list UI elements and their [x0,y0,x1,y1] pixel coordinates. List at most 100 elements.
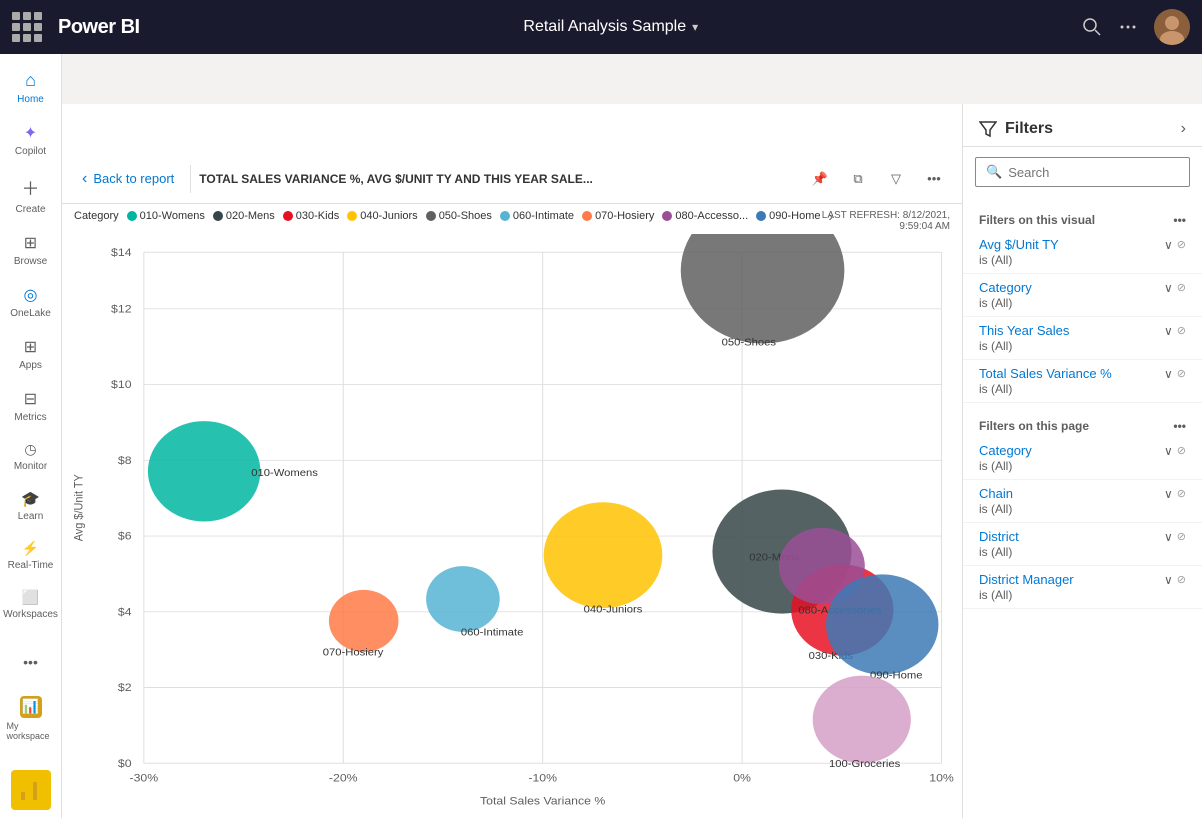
filter-avg-unit-ty-name[interactable]: Avg $/Unit TY [979,237,1059,252]
filter-cat-visual-clear[interactable]: ⊘ [1177,281,1186,294]
category-legend-label: Category [74,210,119,222]
breadcrumb-bar: ‹ Back to report TOTAL SALES VARIANCE %,… [62,154,962,204]
more-icon: ••• [23,654,38,670]
filter-tys-header: This Year Sales ∨ ⊘ [979,323,1186,338]
sidebar-item-label: Learn [18,511,44,522]
filters-expand-icon[interactable]: › [1181,120,1186,138]
bubble-050-shoes[interactable] [681,234,845,344]
sidebar-item-realtime[interactable]: ⚡ Real-Time [3,532,59,579]
sidebar-item-apps[interactable]: ⊞ Apps [3,329,59,379]
app-logo: Power BI [58,16,140,39]
copy-visual-icon[interactable]: ⧉ [842,163,874,195]
sidebar-item-browse[interactable]: ⊞ Browse [3,225,59,275]
breadcrumb-separator [190,165,191,193]
bubble-040-juniors[interactable] [544,502,663,608]
filter-category-visual-value: is (All) [979,296,1186,310]
filters-header-left: Filters [979,120,1053,138]
apps-menu-button[interactable] [12,12,42,42]
filter-district: District ∨ ⊘ is (All) [963,523,1202,566]
filter-avg-unit-ty: Avg $/Unit TY ∨ ⊘ is (All) [963,231,1202,274]
filter-chain-chevron[interactable]: ∨ [1164,487,1173,501]
filter-dm-chevron[interactable]: ∨ [1164,573,1173,587]
onelake-icon: ◎ [24,285,38,305]
sidebar-item-more[interactable]: ••• [3,646,59,678]
more-visual-icon[interactable]: ••• [918,163,950,195]
filter-dm-clear[interactable]: ⊘ [1177,573,1186,586]
user-avatar[interactable] [1154,9,1190,45]
filter-cat-visual-chevron[interactable]: ∨ [1164,281,1173,295]
sidebar-item-create[interactable]: ＋ Create [3,167,59,223]
sidebar-item-monitor[interactable]: ◷ Monitor [3,433,59,480]
svg-text:$2: $2 [118,682,132,694]
home-icon: ⌂ [25,70,36,91]
sidebar-item-learn[interactable]: 🎓 Learn [3,482,59,530]
filters-on-page-label: Filters on this page [979,419,1089,433]
filter-chain-name[interactable]: Chain [979,486,1013,501]
filter-cat-page-name[interactable]: Category [979,443,1032,458]
chart-area: File ▾ Export ▾ Share ••• ↺ ▾ [62,104,962,818]
filter-search-icon: 🔍 [986,164,1002,180]
sidebar-item-label: Metrics [14,412,46,423]
filter-district-manager: District Manager ∨ ⊘ is (All) [963,566,1202,609]
filter-district-chevron[interactable]: ∨ [1164,530,1173,544]
back-to-report-button[interactable]: ‹ Back to report [74,166,182,192]
filter-tsv-name[interactable]: Total Sales Variance % [979,366,1112,381]
title-chevron-icon[interactable]: ▾ [692,20,698,34]
filter-tsv-chevron[interactable]: ∨ [1164,367,1173,381]
filter-search-input[interactable] [1008,165,1179,180]
filter-tys-clear[interactable]: ⊘ [1177,324,1186,337]
filter-dm-header: District Manager ∨ ⊘ [979,572,1186,587]
sidebar-item-myworkspace[interactable]: 📊 My workspace [3,688,59,749]
svg-text:$14: $14 [111,246,132,258]
sidebar-item-copilot[interactable]: ✦ Copilot [3,115,59,165]
filter-chain-clear[interactable]: ⊘ [1177,487,1186,500]
sidebar-item-workspaces[interactable]: ⬜ Workspaces [3,581,59,628]
filter-category-visual-name[interactable]: Category [979,280,1032,295]
search-icon[interactable] [1082,17,1102,37]
top-bar-actions [1082,9,1190,45]
pin-icon[interactable]: 📌 [804,163,836,195]
top-bar: Power BI Retail Analysis Sample ▾ [0,0,1202,54]
svg-text:Avg $/Unit TY: Avg $/Unit TY [72,474,86,541]
myworkspace-icon: 📊 [20,696,42,718]
filter-avg-clear[interactable]: ⊘ [1177,238,1186,251]
create-icon: ＋ [22,175,40,201]
svg-text:040-Juniors: 040-Juniors [584,604,643,615]
filter-cat-page-chevron[interactable]: ∨ [1164,444,1173,458]
filter-tsv-clear[interactable]: ⊘ [1177,367,1186,380]
filters-page-more[interactable]: ••• [1173,419,1186,433]
filter-search-box[interactable]: 🔍 [975,157,1190,187]
filter-dm-name[interactable]: District Manager [979,572,1074,587]
bubble-070-hosiery[interactable] [329,590,399,652]
filter-tys-name[interactable]: This Year Sales [979,323,1069,338]
more-options-icon[interactable] [1118,17,1138,37]
filter-avg-chevron[interactable]: ∨ [1164,238,1173,252]
filter-district-name[interactable]: District [979,529,1019,544]
filters-visual-more[interactable]: ••• [1173,213,1186,227]
legend-080accessories: 080-Accesso... [662,210,748,222]
svg-text:$12: $12 [111,303,131,315]
legend-050shoes: 050-Shoes [426,210,492,222]
chart-breadcrumb-title: TOTAL SALES VARIANCE %, AVG $/UNIT TY AN… [199,172,593,186]
filter-tys-chevron[interactable]: ∨ [1164,324,1173,338]
bubble-060-intimate[interactable] [426,566,500,632]
filter-visual-icon[interactable]: ▽ [880,163,912,195]
filter-category-visual: Category ∨ ⊘ is (All) [963,274,1202,317]
bubble-090-home[interactable] [826,574,939,674]
sidebar-item-label: Home [17,94,44,105]
filters-header: Filters › [963,104,1202,147]
filter-total-sales-variance: Total Sales Variance % ∨ ⊘ is (All) [963,360,1202,403]
refresh-line1: LAST REFRESH: 8/12/2021, [822,210,950,221]
filter-tsv-value: is (All) [979,382,1186,396]
copilot-icon: ✦ [24,123,37,143]
bubble-010-womens[interactable] [148,421,261,521]
bubble-100-groceries[interactable] [813,676,911,764]
filters-panel: Filters › 🔍 Filters on this visual ••• A… [962,104,1202,818]
filter-dm-actions: ∨ ⊘ [1164,573,1186,587]
sidebar-item-metrics[interactable]: ⊟ Metrics [3,381,59,431]
sidebar-item-onelake[interactable]: ◎ OneLake [3,277,59,327]
sidebar-item-home[interactable]: ⌂ Home [3,62,59,113]
report-title: Retail Analysis Sample [523,18,686,36]
filter-district-clear[interactable]: ⊘ [1177,530,1186,543]
filter-cat-page-clear[interactable]: ⊘ [1177,444,1186,457]
